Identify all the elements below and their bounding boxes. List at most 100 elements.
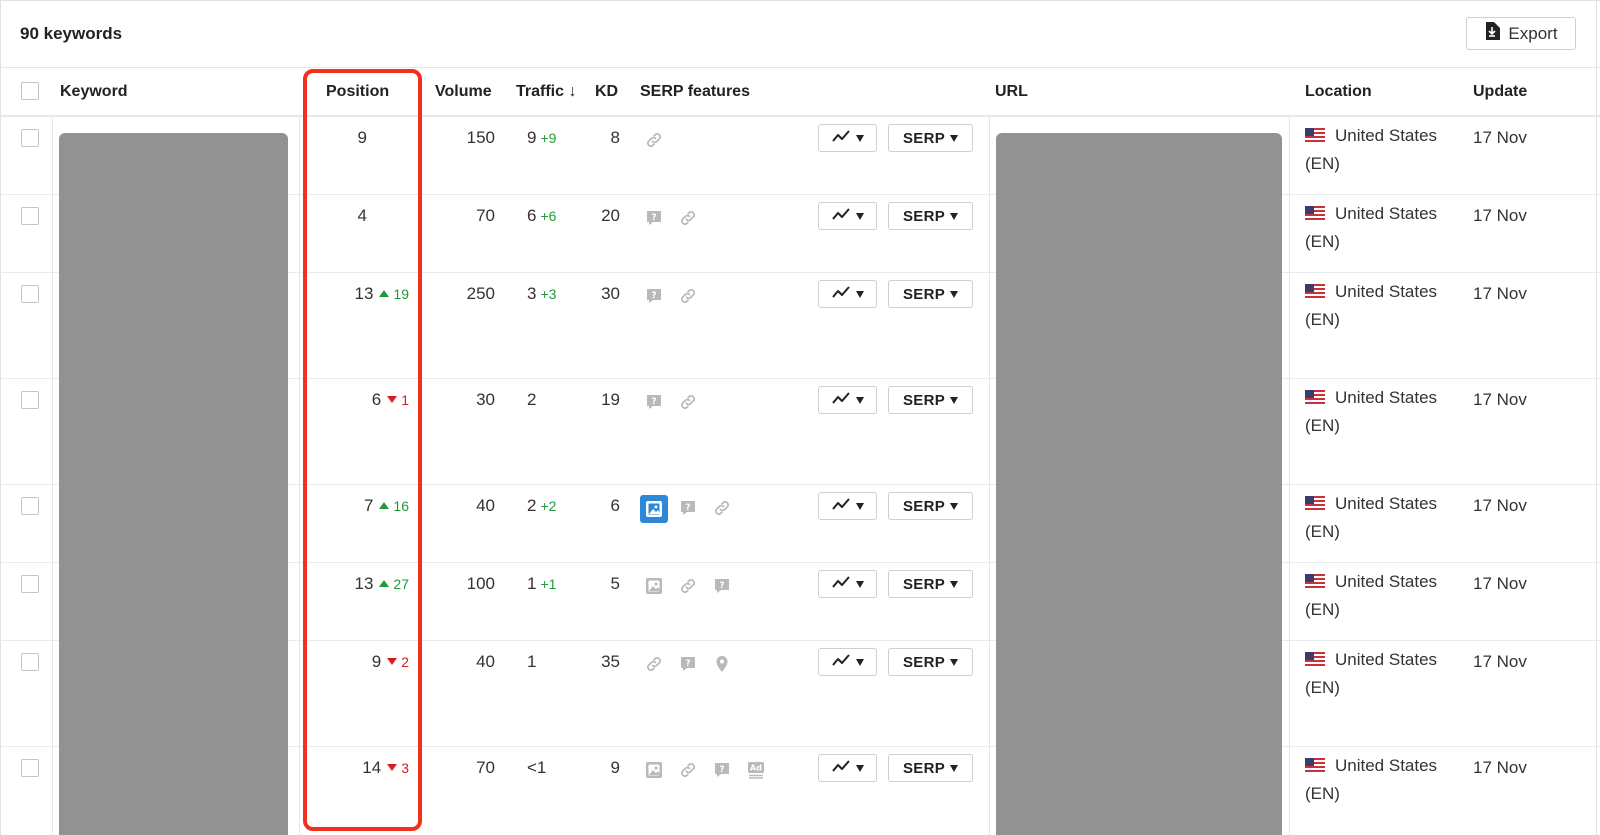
position-history-button[interactable] [818, 492, 877, 520]
map-pin-icon[interactable] [712, 654, 732, 674]
location-cell: United States (EN) [1305, 384, 1437, 440]
serp-label: SERP [902, 285, 946, 303]
chevron-down-icon [856, 764, 864, 772]
serp-dropdown-button[interactable]: SERP [888, 492, 973, 520]
export-button[interactable]: Export [1466, 17, 1576, 50]
chevron-down-icon [950, 290, 959, 298]
image-pack-icon[interactable] [644, 576, 664, 596]
ad-icon[interactable]: Ad [746, 760, 766, 780]
table-header: Keyword Position Volume Traffic ↓ KD SER… [0, 68, 1600, 116]
chevron-down-icon [856, 502, 864, 510]
serp-label: SERP [902, 391, 946, 409]
traffic-cell: 2 [527, 390, 536, 410]
column-keyword[interactable]: Keyword [60, 83, 128, 101]
chevron-down-icon [856, 134, 864, 142]
serp-dropdown-button[interactable]: SERP [888, 570, 973, 598]
row-checkbox[interactable] [21, 575, 39, 593]
row-divider [0, 116, 1600, 117]
us-flag-icon [1305, 569, 1325, 588]
link-icon[interactable] [678, 208, 698, 228]
position-history-button[interactable] [818, 124, 877, 152]
row-checkbox[interactable] [21, 497, 39, 515]
serp-dropdown-button[interactable]: SERP [888, 280, 973, 308]
scrollbar-track[interactable] [1596, 0, 1597, 835]
trend-chart-icon [831, 653, 851, 672]
image-pack-icon[interactable] [640, 495, 668, 523]
question-icon[interactable]: ? [644, 392, 664, 412]
position-history-button[interactable] [818, 570, 877, 598]
kd-cell: 9 [610, 758, 620, 777]
column-traffic[interactable]: Traffic ↓ [516, 83, 576, 101]
link-icon[interactable] [644, 130, 664, 150]
link-icon[interactable] [678, 760, 698, 780]
row-checkbox[interactable] [21, 207, 39, 225]
svg-text:?: ? [651, 291, 656, 301]
chevron-down-icon [856, 396, 864, 404]
trend-chart-icon [831, 207, 851, 226]
traffic-change: +1 [540, 576, 557, 592]
question-icon[interactable]: ? [712, 760, 732, 780]
row-checkbox[interactable] [21, 129, 39, 147]
trend-chart-icon [831, 391, 851, 410]
traffic-change: +6 [540, 208, 557, 224]
kd-cell: 20 [601, 206, 620, 225]
position-history-button[interactable] [818, 386, 877, 414]
location-language: (EN) [1305, 232, 1340, 251]
image-pack-icon[interactable] [644, 760, 664, 780]
select-all-checkbox[interactable] [21, 82, 39, 100]
us-flag-icon [1305, 279, 1325, 298]
location-cell: United States (EN) [1305, 752, 1437, 808]
link-icon[interactable] [712, 498, 732, 518]
serp-dropdown-button[interactable]: SERP [888, 754, 973, 782]
location-country: United States [1335, 282, 1438, 301]
position-history-button[interactable] [818, 202, 877, 230]
us-flag-icon [1305, 753, 1325, 772]
serp-dropdown-button[interactable]: SERP [888, 386, 973, 414]
serp-label: SERP [902, 207, 946, 225]
question-icon[interactable]: ? [644, 208, 664, 228]
traffic-cell: 9 +9 [527, 128, 556, 148]
svg-text:?: ? [685, 503, 690, 513]
column-url[interactable]: URL [995, 83, 1028, 101]
traffic-cell: <1 [527, 758, 546, 778]
serp-dropdown-button[interactable]: SERP [888, 648, 973, 676]
us-flag-icon [1305, 647, 1325, 666]
position-column-highlight [303, 69, 422, 831]
column-serp-features[interactable]: SERP features [640, 83, 750, 101]
location-country: United States [1335, 204, 1438, 223]
question-icon[interactable]: ? [644, 286, 664, 306]
position-history-button[interactable] [818, 754, 877, 782]
position-history-button[interactable] [818, 648, 877, 676]
chevron-down-icon [950, 658, 959, 666]
chevron-down-icon [950, 764, 959, 772]
question-icon[interactable]: ? [678, 498, 698, 518]
location-cell: United States (EN) [1305, 122, 1437, 178]
volume-cell: 70 [476, 206, 495, 225]
link-icon[interactable] [678, 576, 698, 596]
link-icon[interactable] [678, 392, 698, 412]
svg-text:?: ? [651, 213, 656, 223]
row-checkbox[interactable] [21, 391, 39, 409]
link-icon[interactable] [644, 654, 664, 674]
volume-cell: 30 [476, 390, 495, 409]
serp-label: SERP [902, 497, 946, 515]
link-icon[interactable] [678, 286, 698, 306]
column-location[interactable]: Location [1305, 83, 1372, 101]
column-update[interactable]: Update [1473, 83, 1527, 101]
serp-dropdown-button[interactable]: SERP [888, 202, 973, 230]
location-cell: United States (EN) [1305, 490, 1437, 546]
kd-cell: 5 [610, 574, 620, 593]
row-checkbox[interactable] [21, 653, 39, 671]
trend-chart-icon [831, 129, 851, 148]
row-checkbox[interactable] [21, 285, 39, 303]
position-history-button[interactable] [818, 280, 877, 308]
row-checkbox[interactable] [21, 759, 39, 777]
serp-dropdown-button[interactable]: SERP [888, 124, 973, 152]
question-icon[interactable]: ? [712, 576, 732, 596]
column-volume[interactable]: Volume [435, 83, 492, 101]
trend-chart-icon [831, 285, 851, 304]
svg-text:?: ? [685, 659, 690, 669]
location-language: (EN) [1305, 310, 1340, 329]
column-kd[interactable]: KD [595, 83, 618, 101]
question-icon[interactable]: ? [678, 654, 698, 674]
